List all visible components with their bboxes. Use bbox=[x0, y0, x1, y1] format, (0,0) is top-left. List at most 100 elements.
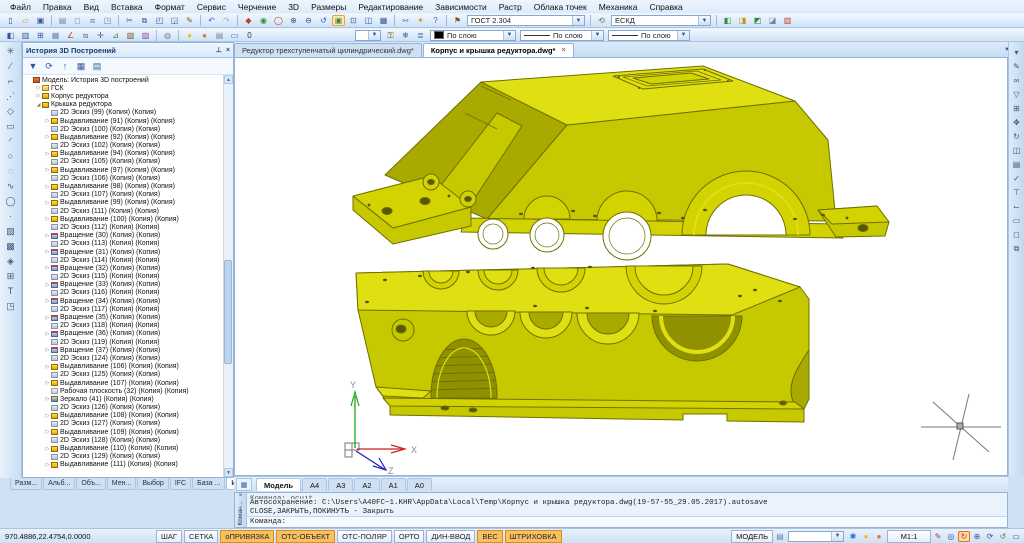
paste-special-icon[interactable]: ◲ bbox=[168, 15, 181, 26]
panel-tab-[interactable]: Альб... bbox=[43, 478, 75, 490]
db-sync-icon[interactable]: ◪ bbox=[766, 15, 779, 26]
expander-icon[interactable]: ▷ bbox=[44, 446, 51, 452]
tree-item[interactable]: ▷Выдавливание (98) (Копия) (Копия) bbox=[23, 182, 233, 190]
draft-mode-icon[interactable]: ✦ bbox=[414, 15, 427, 26]
layer-props-icon[interactable]: ≣ bbox=[414, 30, 427, 41]
regen-icon[interactable]: ↺ bbox=[997, 531, 1009, 542]
zoom-icon[interactable]: ◎ bbox=[945, 531, 957, 542]
dependencies-icon[interactable]: ✱ bbox=[847, 531, 859, 542]
zoom-all-icon[interactable]: ▣ bbox=[332, 15, 345, 26]
db-report-icon[interactable]: ▥ bbox=[781, 15, 794, 26]
chevron-down-icon[interactable]: ▼ bbox=[368, 31, 380, 40]
expander-icon[interactable]: ▷ bbox=[44, 380, 51, 386]
text-style-icon[interactable]: ⚑ bbox=[451, 15, 464, 26]
chevron-down-icon[interactable]: ▼ bbox=[572, 16, 584, 25]
tree-item[interactable]: 2D Эскиз (113) (Копия) (Копия) bbox=[23, 240, 233, 248]
chevron-down-icon[interactable]: ▼ bbox=[503, 31, 515, 40]
layout-tab-модель[interactable]: Модель bbox=[256, 478, 301, 491]
menu-item-черчение[interactable]: Черчение bbox=[232, 2, 282, 12]
object-links-icon[interactable]: ◉ bbox=[257, 15, 270, 26]
tree-item[interactable]: 2D Эскиз (99) (Копия) (Копия) bbox=[23, 109, 233, 117]
tree-item[interactable]: 2D Эскиз (124) (Копия) (Копия) bbox=[23, 354, 233, 362]
dependency-icon[interactable]: ∞ bbox=[1010, 74, 1023, 86]
alert-badge-icon[interactable]: ● bbox=[873, 531, 885, 542]
ray-icon[interactable]: ⋰ bbox=[3, 90, 18, 103]
visual-style-icon[interactable]: ✎ bbox=[1010, 60, 1023, 72]
hatch-icon[interactable]: ▨ bbox=[3, 225, 18, 238]
gradient-icon[interactable]: ▩ bbox=[3, 240, 18, 253]
model-space-button[interactable]: МОДЕЛЬ bbox=[731, 530, 773, 543]
tree-item[interactable]: ▷Выдавливание (97) (Копия) (Копия) bbox=[23, 166, 233, 174]
filter-icon[interactable]: ▽ bbox=[1010, 88, 1023, 100]
tree-item[interactable]: 2D Эскиз (102) (Копия) (Копия) bbox=[23, 142, 233, 150]
layout-tab-a4[interactable]: A4 bbox=[302, 478, 327, 491]
text-icon[interactable]: T bbox=[3, 285, 18, 298]
swivel-icon[interactable]: ⟳ bbox=[984, 531, 996, 542]
tsquare-icon[interactable]: ⊤ bbox=[1010, 186, 1023, 198]
tree-item[interactable]: 2D Эскиз (107) (Копия) (Копия) bbox=[23, 191, 233, 199]
viewport-tools-icon[interactable]: ◧ bbox=[4, 30, 17, 41]
tree-item[interactable]: ▷Вращение (34) (Копия) (Копия) bbox=[23, 297, 233, 305]
toggle----------[interactable]: ОТС-ПОЛЯР bbox=[337, 530, 392, 543]
check-standards-icon[interactable]: ✓ bbox=[1010, 172, 1023, 184]
document-tab-1[interactable]: Редуктор трехступенчатый цилиндрический.… bbox=[234, 43, 422, 57]
tree-item[interactable]: ▷Выдавливание (106) (Копия) (Копия) bbox=[23, 363, 233, 371]
profile-combo[interactable]: ЕСКД▼ bbox=[611, 15, 711, 26]
command-dock-close-icon[interactable]: × bbox=[239, 493, 243, 499]
expander-icon[interactable]: ▷ bbox=[44, 249, 51, 255]
rect-clip-icon[interactable]: ▭ bbox=[1010, 214, 1023, 226]
palette-icon[interactable]: ▨ bbox=[139, 30, 152, 41]
menu-item-сервис[interactable]: Сервис bbox=[191, 2, 232, 12]
menu-item-механика[interactable]: Механика bbox=[593, 2, 644, 12]
publish-icon[interactable]: ◳ bbox=[101, 15, 114, 26]
layout-settings-icon[interactable]: ▦ bbox=[236, 478, 252, 491]
raster-tools-icon[interactable]: ▦ bbox=[49, 30, 62, 41]
document-tab-2[interactable]: Корпус и крышка редуктора.dwg*× bbox=[423, 43, 574, 57]
expander-icon[interactable]: ▷ bbox=[44, 265, 51, 271]
menu-item-3d[interactable]: 3D bbox=[282, 2, 305, 12]
contour-icon[interactable]: ⌙ bbox=[1010, 200, 1023, 212]
tree-item[interactable]: ▷Выдавливание (92) (Копия) (Копия) bbox=[23, 133, 233, 141]
zoom-in-icon[interactable]: ⊕ bbox=[287, 15, 300, 26]
expander-icon[interactable]: ▷ bbox=[44, 134, 51, 140]
table-icon[interactable]: ⊞ bbox=[3, 270, 18, 283]
menu-item-редактирование[interactable]: Редактирование bbox=[352, 2, 429, 12]
model-viewport[interactable]: Y X Z bbox=[234, 57, 1008, 476]
macro-icon[interactable]: ◍ bbox=[161, 30, 174, 41]
db-import-icon[interactable]: ◧ bbox=[721, 15, 734, 26]
viewports-icon[interactable]: ◫ bbox=[362, 15, 375, 26]
tree-item[interactable]: ▷Выдавливание (94) (Копия) (Копия) bbox=[23, 150, 233, 158]
light-bulb-icon[interactable]: ● bbox=[183, 30, 196, 41]
tree-item[interactable]: ▷Выдавливание (108) (Копия) (Копия) bbox=[23, 412, 233, 420]
expander-icon[interactable]: ▷ bbox=[44, 396, 51, 402]
report-icon[interactable]: ▤ bbox=[90, 60, 104, 73]
properties-icon[interactable]: ▤ bbox=[1010, 158, 1023, 170]
tree-item[interactable]: ▷Вращение (35) (Копия) (Копия) bbox=[23, 313, 233, 321]
expander-icon[interactable]: ▷ bbox=[44, 200, 51, 206]
layer-combo[interactable]: ▼ bbox=[355, 30, 381, 41]
layout-tab-a3[interactable]: A3 bbox=[328, 478, 353, 491]
scale-display[interactable]: М1:1 bbox=[887, 530, 931, 543]
named-views-icon[interactable]: ▦ bbox=[377, 15, 390, 26]
tree-item[interactable]: 2D Эскиз (129) (Копия) (Копия) bbox=[23, 453, 233, 461]
tree-item[interactable]: ▷Выдавливание (111) (Копия) (Копия) bbox=[23, 461, 233, 469]
panel-tab-ifc[interactable]: IFC bbox=[170, 478, 191, 490]
plot-style-icon[interactable]: ▤ bbox=[213, 30, 226, 41]
menu-item-вставка[interactable]: Вставка bbox=[105, 2, 149, 12]
menu-item-правка[interactable]: Правка bbox=[37, 2, 78, 12]
toggle------[interactable]: СЕТКА bbox=[184, 530, 218, 543]
tree-item[interactable]: 2D Эскиз (115) (Копия) (Копия) bbox=[23, 273, 233, 281]
draft-brush-icon[interactable]: ✎ bbox=[932, 531, 944, 542]
menu-item-растр[interactable]: Растр bbox=[493, 2, 528, 12]
tree-item[interactable]: ▷Вращение (30) (Копия) (Копия) bbox=[23, 232, 233, 240]
tree-item[interactable]: ▷Вращение (33) (Копия) (Копия) bbox=[23, 281, 233, 289]
ucs-icon[interactable]: ⊿ bbox=[109, 30, 122, 41]
expander-icon[interactable]: ▷ bbox=[35, 85, 42, 91]
new-file-icon[interactable]: ▯ bbox=[4, 15, 17, 26]
tree-item[interactable]: ◢Крышка редуктора bbox=[23, 101, 233, 109]
housing-body[interactable] bbox=[356, 264, 809, 422]
zoom-dynamic-icon[interactable]: ◯ bbox=[272, 15, 285, 26]
print-preview-icon[interactable]: ◻ bbox=[71, 15, 84, 26]
tree-item[interactable]: ▷Вращение (32) (Копия) (Копия) bbox=[23, 264, 233, 272]
expander-icon[interactable]: ▷ bbox=[35, 93, 42, 99]
